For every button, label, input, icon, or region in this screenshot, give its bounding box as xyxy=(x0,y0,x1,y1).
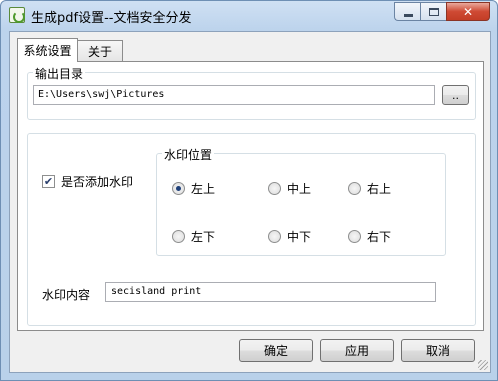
radio-top-center-label: 中上 xyxy=(287,182,312,196)
radio-bottom-right-label: 右下 xyxy=(367,230,392,244)
ok-button[interactable]: 确定 xyxy=(239,339,313,362)
tab-about[interactable]: 关于 xyxy=(77,40,123,62)
watermark-content-field[interactable]: secisland print xyxy=(105,282,436,302)
radio-bottom-left[interactable]: 左下 xyxy=(172,228,215,245)
radio-bottom-left-label: 左下 xyxy=(191,230,216,244)
maximize-icon xyxy=(428,7,439,16)
add-watermark-label: 是否添加水印 xyxy=(61,175,134,189)
window-title: 生成pdf设置--文档安全分发 xyxy=(31,11,192,26)
apply-button-label: 应用 xyxy=(344,344,369,358)
cancel-button-label: 取消 xyxy=(425,344,450,358)
radio-bottom-center-indicator[interactable] xyxy=(268,230,281,243)
radio-top-left[interactable]: 左上 xyxy=(172,180,215,197)
radio-top-right-label: 右上 xyxy=(367,182,392,196)
browse-button[interactable]: .. xyxy=(442,85,469,105)
output-directory-label: 输出目录 xyxy=(33,65,86,82)
radio-top-left-indicator[interactable] xyxy=(172,182,185,195)
watermark-position-label: 水印位置 xyxy=(162,146,215,163)
tab-about-label: 关于 xyxy=(87,45,112,59)
dialog-window: 生成pdf设置--文档安全分发 ✕ 系统设置 关于 输出目录 E:\Users\… xyxy=(0,0,498,381)
app-icon xyxy=(9,7,25,23)
dialog-client-area: 系统设置 关于 输出目录 E:\Users\swj\Pictures .. ✔ … xyxy=(9,31,491,373)
watermark-group: ✔ 是否添加水印 水印位置 左上 中上 右上 左下 中下 右下 水印内容 sec… xyxy=(27,133,476,326)
browse-button-label: .. xyxy=(452,88,459,102)
add-watermark-checkbox[interactable]: ✔ 是否添加水印 xyxy=(42,173,133,190)
radio-bottom-center-label: 中下 xyxy=(287,230,312,244)
output-directory-group: 输出目录 E:\Users\swj\Pictures .. xyxy=(27,65,476,120)
output-path-field[interactable]: E:\Users\swj\Pictures xyxy=(33,85,435,105)
maximize-button[interactable] xyxy=(420,2,446,21)
checkbox-box[interactable]: ✔ xyxy=(42,175,55,188)
tab-panel-system-settings: 输出目录 E:\Users\swj\Pictures .. ✔ 是否添加水印 水… xyxy=(17,61,484,331)
watermark-position-group: 水印位置 左上 中上 右上 左下 中下 右下 xyxy=(156,146,446,256)
minimize-icon xyxy=(403,14,413,17)
radio-top-right-indicator[interactable] xyxy=(348,182,361,195)
title-bar[interactable]: 生成pdf设置--文档安全分发 ✕ xyxy=(1,1,497,29)
radio-top-center[interactable]: 中上 xyxy=(268,180,311,197)
apply-button[interactable]: 应用 xyxy=(320,339,394,362)
tab-system-settings-label: 系统设置 xyxy=(23,44,72,58)
watermark-content-label: 水印内容 xyxy=(42,288,91,302)
radio-bottom-center[interactable]: 中下 xyxy=(268,228,311,245)
radio-bottom-left-indicator[interactable] xyxy=(172,230,185,243)
radio-top-left-label: 左上 xyxy=(191,182,216,196)
checkmark-icon: ✔ xyxy=(43,175,54,188)
tab-system-settings[interactable]: 系统设置 xyxy=(17,38,78,62)
minimize-button[interactable] xyxy=(394,2,421,21)
close-button[interactable]: ✕ xyxy=(446,2,490,21)
radio-bottom-right-indicator[interactable] xyxy=(348,230,361,243)
close-icon: ✕ xyxy=(462,4,474,19)
radio-top-center-indicator[interactable] xyxy=(268,182,281,195)
cancel-button[interactable]: 取消 xyxy=(401,339,475,362)
radio-bottom-right[interactable]: 右下 xyxy=(348,228,391,245)
ok-button-label: 确定 xyxy=(263,344,288,358)
resize-grip-icon[interactable] xyxy=(478,360,488,370)
radio-top-right[interactable]: 右上 xyxy=(348,180,391,197)
